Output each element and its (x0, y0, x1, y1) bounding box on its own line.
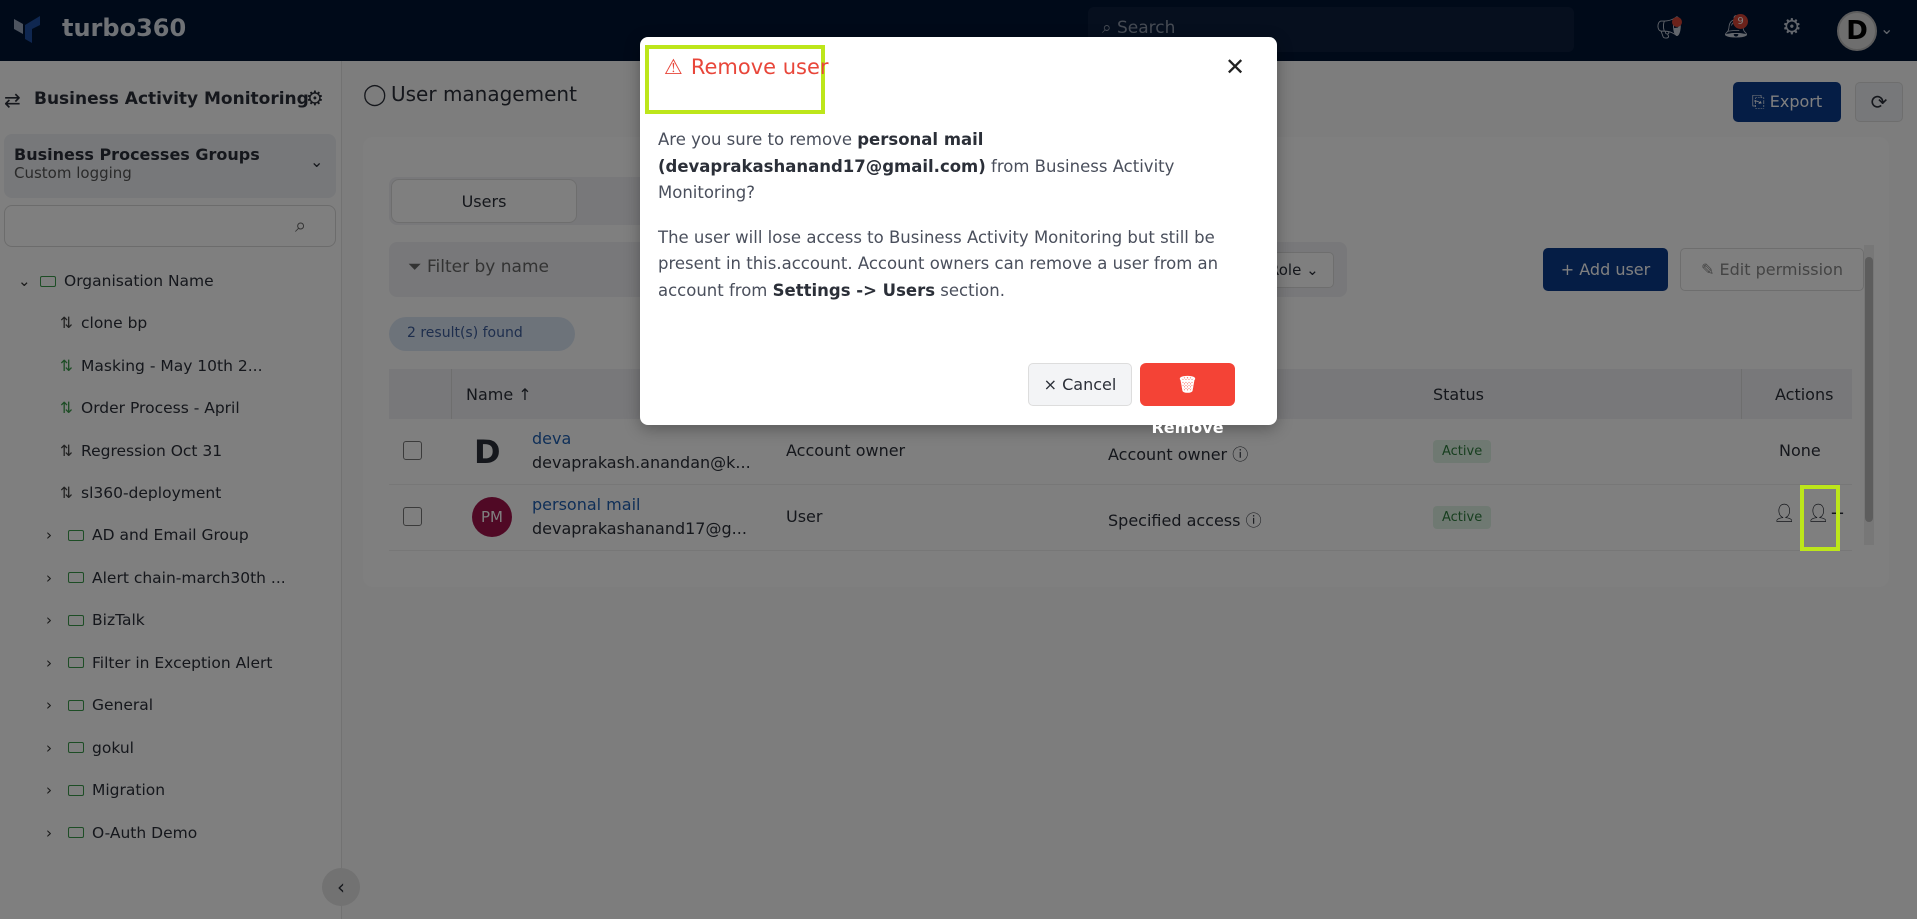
dialog-title: ⚠ Remove user (664, 55, 829, 79)
warning-icon: ⚠ (664, 55, 683, 79)
close-icon[interactable]: ✕ (1225, 53, 1245, 81)
dialog-message: Are you sure to remove personal mail (de… (658, 130, 1219, 300)
remove-user-dialog: ⚠ Remove user ✕ Are you sure to remove pe… (640, 37, 1277, 437)
remove-button[interactable]: 🗑︎ Remove (1140, 363, 1235, 437)
trash-icon: 🗑︎ (1177, 375, 1198, 394)
highlight-remove-action (1800, 485, 1840, 551)
cancel-button[interactable]: × Cancel (1028, 363, 1132, 406)
